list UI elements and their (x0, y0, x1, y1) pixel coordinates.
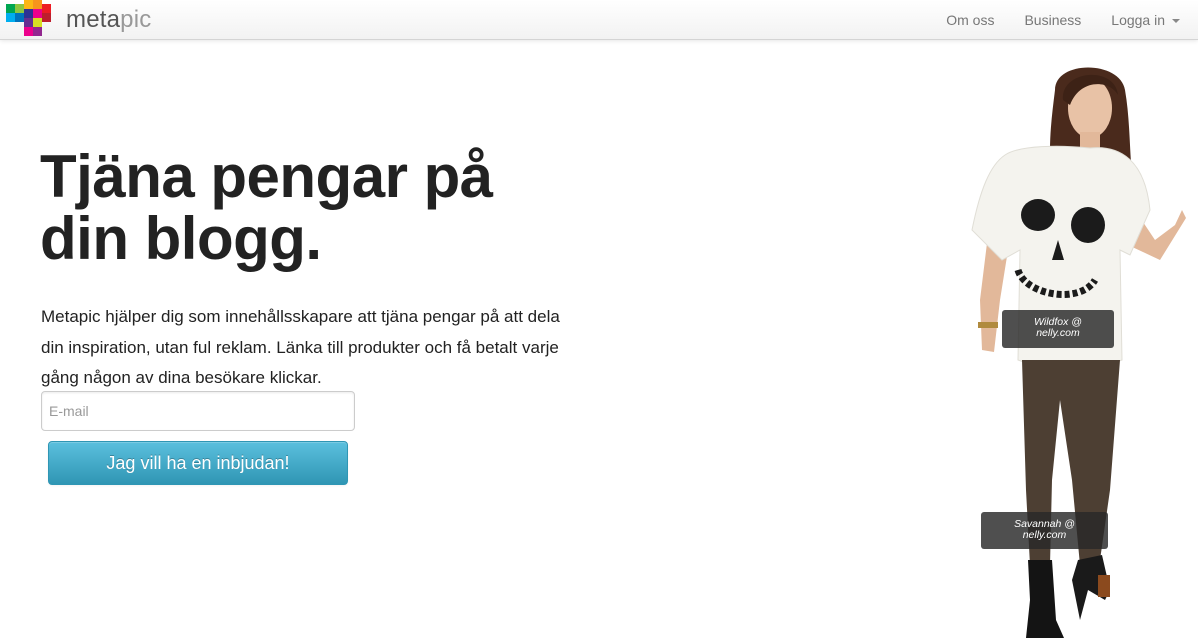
product-tag-savannah[interactable]: Savannah @ nelly.com (981, 512, 1108, 549)
brand-logo-link[interactable]: metapic (6, 0, 151, 40)
metapic-logo-icon (6, 0, 58, 40)
request-invite-button[interactable]: Jag vill ha en inbjudan! (48, 441, 348, 485)
caret-down-icon (1172, 18, 1180, 23)
product-tag-wildfox[interactable]: Wildfox @ nelly.com (1002, 310, 1114, 348)
headline-line-1: Tjäna pengar på (40, 143, 493, 210)
product-tag-store: nelly.com (1036, 327, 1080, 339)
nav-link-logga-in[interactable]: Logga in (1111, 12, 1180, 28)
nav-link-business[interactable]: Business (1024, 12, 1081, 28)
model-illustration (971, 67, 1186, 638)
page-headline: Tjäna pengar på din blogg. (40, 146, 600, 270)
product-tag-store: nelly.com (1022, 529, 1067, 541)
headline-line-2: din blogg. (40, 205, 322, 272)
model-photo: Wildfox @ nelly.com Savannah @ nelly.com (960, 60, 1198, 640)
top-navbar: metapic Om oss Business Logga in (0, 0, 1198, 40)
nav-links: Om oss Business Logga in (916, 0, 1180, 40)
email-input[interactable] (41, 391, 355, 431)
lead-paragraph: Metapic hjälper dig som innehållsskapare… (41, 307, 560, 387)
nav-link-om-oss[interactable]: Om oss (946, 12, 994, 28)
logga-in-label: Logga in (1111, 12, 1165, 28)
brand-name: metapic (66, 6, 152, 33)
